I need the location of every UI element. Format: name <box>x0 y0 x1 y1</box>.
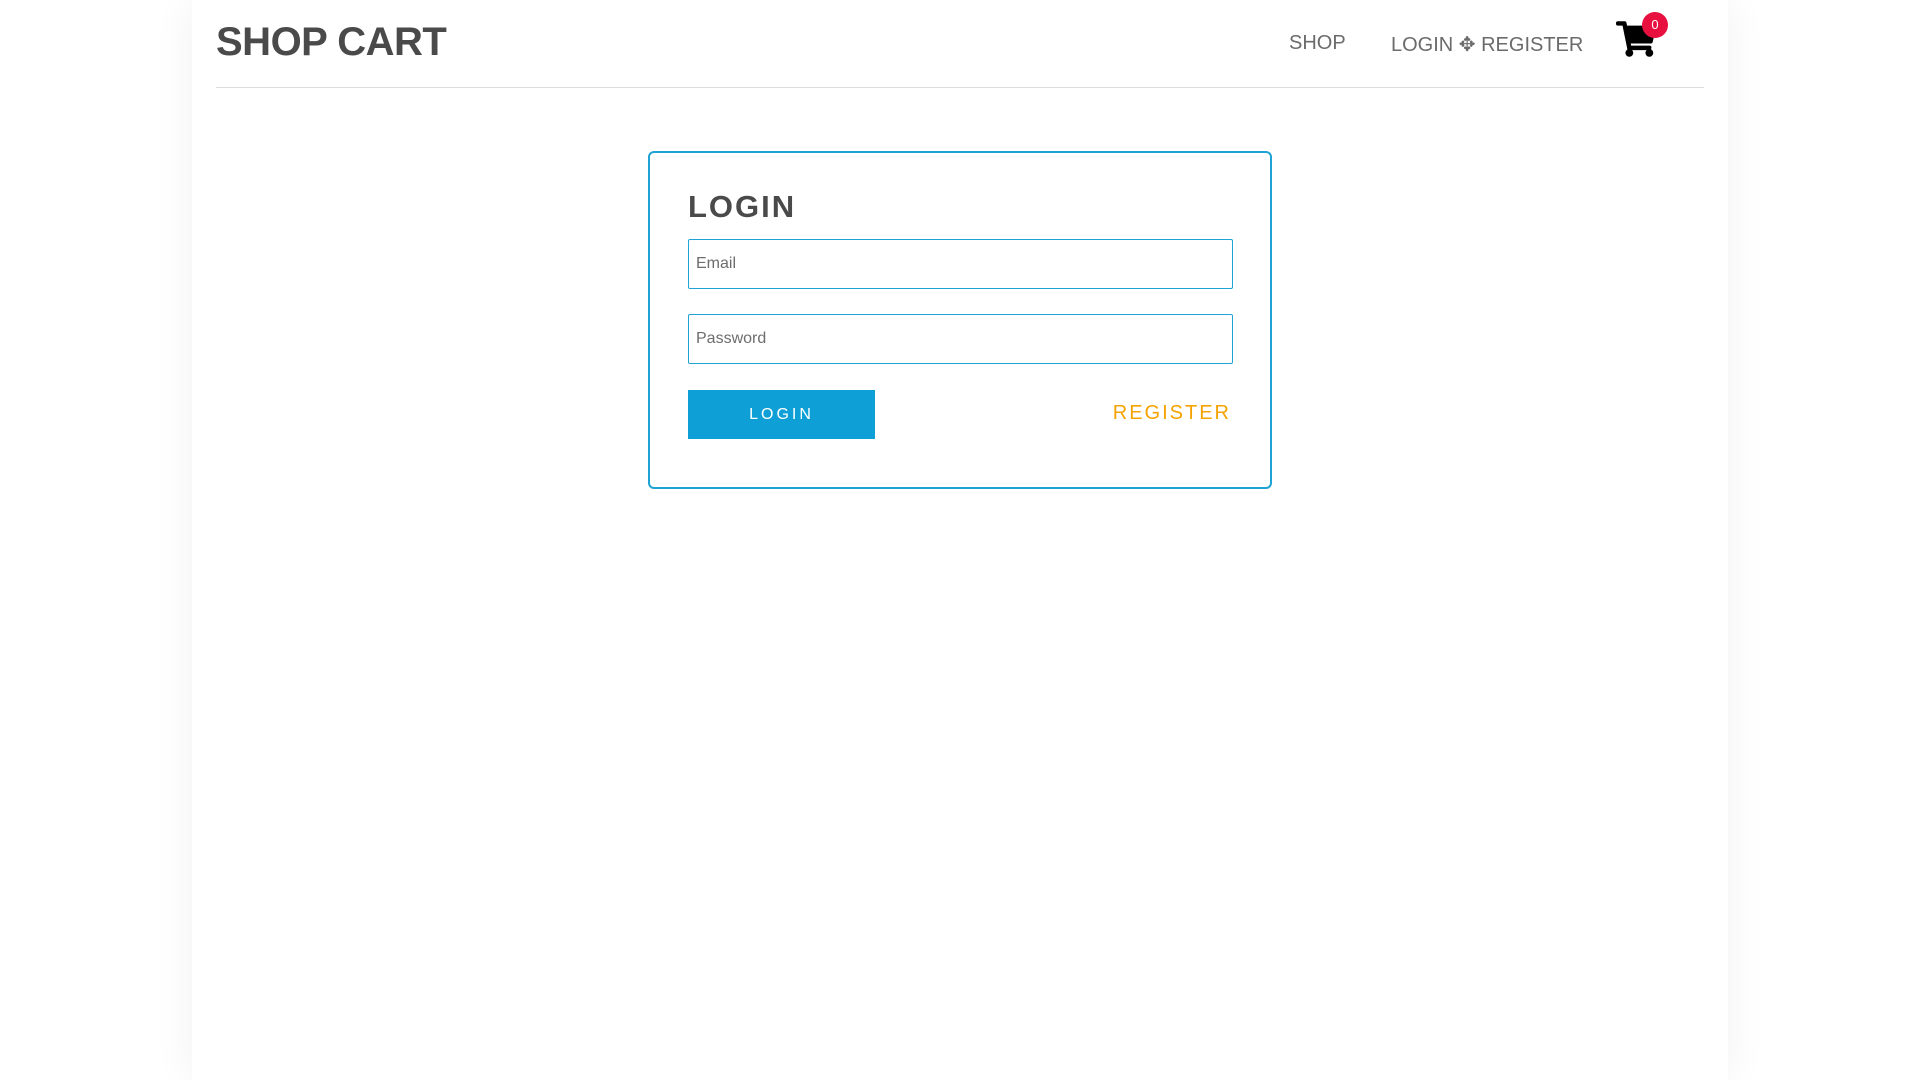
page: SHOP CART SHOP LOGIN ✥ REGISTER 0 LOGIN … <box>192 0 1728 1080</box>
cart-button[interactable]: 0 <box>1616 12 1668 60</box>
nav-login-register-link[interactable]: LOGIN ✥ REGISTER <box>1391 32 1583 57</box>
cart-count-badge: 0 <box>1642 12 1668 38</box>
login-title: LOGIN <box>688 189 797 224</box>
login-card: LOGIN LOGIN REGISTER <box>648 151 1272 489</box>
email-field[interactable] <box>688 239 1233 289</box>
nav-shop-link[interactable]: SHOP <box>1289 32 1346 55</box>
login-button[interactable]: LOGIN <box>688 390 875 439</box>
brand-logo[interactable]: SHOP CART <box>216 20 447 65</box>
password-field[interactable] <box>688 314 1233 364</box>
register-link[interactable]: REGISTER <box>1113 402 1231 425</box>
site-header: SHOP CART SHOP LOGIN ✥ REGISTER 0 <box>216 0 1704 88</box>
